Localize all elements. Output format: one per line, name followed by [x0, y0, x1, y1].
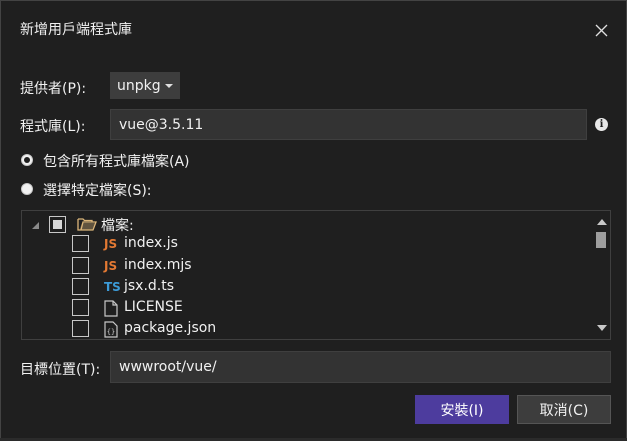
file-checkbox[interactable]: [72, 299, 89, 316]
provider-label: 提供者(P):: [20, 81, 87, 97]
close-button[interactable]: [590, 19, 612, 41]
include-all-radio[interactable]: [21, 154, 33, 166]
library-label: 程式庫(L):: [20, 119, 86, 135]
svg-text:{}: {}: [107, 328, 115, 336]
file-checkbox[interactable]: [72, 257, 89, 274]
root-checkbox[interactable]: [49, 216, 66, 233]
install-button[interactable]: 安裝(I): [415, 395, 509, 424]
file-name: index.mjs: [124, 257, 192, 273]
file-checkbox[interactable]: [72, 278, 89, 295]
tree-file-row[interactable]: LICENSE: [22, 298, 592, 319]
provider-value: unpkg: [117, 77, 161, 94]
tree-file-row[interactable]: JS index.mjs: [22, 256, 592, 277]
tree-file-row[interactable]: JS index.js: [22, 234, 592, 255]
json-file-icon: {}: [104, 321, 118, 338]
file-icon: [104, 300, 118, 317]
folder-open-icon: [77, 218, 97, 231]
scroll-up-icon[interactable]: [597, 219, 607, 225]
choose-specific-radio[interactable]: [21, 183, 33, 195]
target-location-input[interactable]: [110, 351, 611, 383]
tree-file-row[interactable]: TS jsx.d.ts: [22, 277, 592, 298]
ts-file-icon: TS: [104, 280, 121, 294]
file-checkbox[interactable]: [72, 235, 89, 252]
library-input[interactable]: [110, 109, 587, 140]
tree-file-row[interactable]: {} package.json: [22, 319, 592, 339]
tree-root-row[interactable]: 檔案:: [22, 214, 592, 235]
info-icon[interactable]: i: [595, 118, 608, 131]
tree-root-label: 檔案:: [101, 218, 134, 234]
file-name: jsx.d.ts: [124, 278, 175, 294]
file-name: package.json: [124, 320, 217, 336]
js-file-icon: JS: [104, 259, 118, 273]
tree-scrollbar[interactable]: [592, 211, 610, 339]
chevron-down-icon: [165, 84, 173, 88]
include-all-label: 包含所有程式庫檔案(A): [43, 154, 190, 170]
dialog-title: 新增用戶端程式庫: [20, 22, 132, 38]
scroll-down-icon[interactable]: [597, 325, 607, 331]
scroll-thumb[interactable]: [596, 232, 606, 248]
cancel-button[interactable]: 取消(C): [517, 395, 611, 424]
target-label: 目標位置(T):: [20, 362, 101, 378]
file-name: index.js: [124, 235, 178, 251]
provider-dropdown[interactable]: unpkg: [110, 72, 180, 99]
file-checkbox[interactable]: [72, 320, 89, 337]
add-client-library-dialog: 新增用戶端程式庫 提供者(P): unpkg 程式庫(L): i 包含所有程式庫…: [0, 0, 627, 439]
file-name: LICENSE: [124, 299, 183, 315]
js-file-icon: JS: [104, 237, 118, 251]
expand-triangle-icon[interactable]: [32, 222, 39, 229]
choose-specific-label: 選擇特定檔案(S):: [43, 183, 152, 199]
file-tree[interactable]: 檔案: JS index.js JS index.mjs TS jsx.d.ts…: [21, 210, 611, 340]
close-icon: [595, 24, 607, 36]
